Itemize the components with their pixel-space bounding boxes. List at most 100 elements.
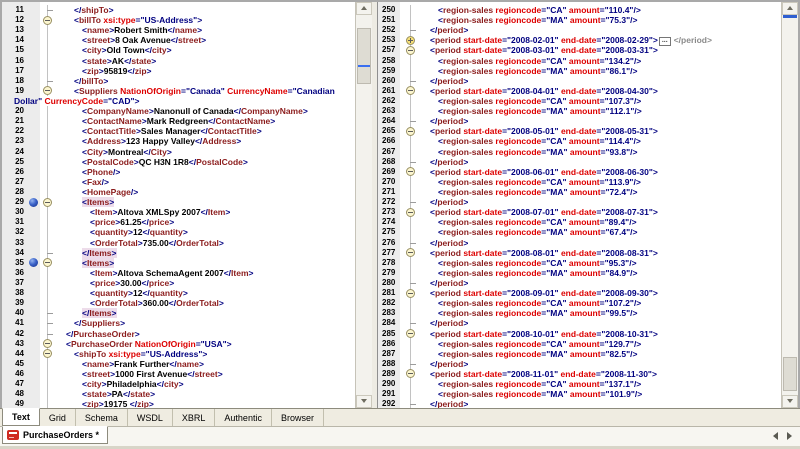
code-line[interactable]: 274<region-sales regioncode="CA" amount=…: [378, 217, 781, 227]
code-line[interactable]: 14<street>8 Oak Avenue</street>: [2, 35, 355, 45]
fold-collapse-icon[interactable]: [406, 289, 415, 298]
code-line[interactable]: 23<Address>123 Happy Valley</Address>: [2, 136, 355, 146]
code-line[interactable]: 44<shipTo xsi:type="US-Address">: [2, 349, 355, 359]
code-line[interactable]: 286<region-sales regioncode="CA" amount=…: [378, 339, 781, 349]
code-line[interactable]: 26<Phone/>: [2, 167, 355, 177]
code-line[interactable]: 11</shipTo>: [2, 5, 355, 15]
code-line[interactable]: 264</period>: [378, 116, 781, 126]
code-line[interactable]: 12<billTo xsi:type="US-Address">: [2, 15, 355, 25]
code-line[interactable]: 42</PurchaseOrder>: [2, 329, 355, 339]
view-tab-text[interactable]: Text: [2, 408, 40, 426]
code-line[interactable]: 40</Items>: [2, 308, 355, 318]
code-line[interactable]: 292</period>: [378, 399, 781, 408]
scroll-down-button[interactable]: [356, 395, 372, 408]
code-line[interactable]: 253<period start-date="2008-02-01" end-d…: [378, 35, 781, 45]
code-line[interactable]: 290<region-sales regioncode="CA" amount=…: [378, 379, 781, 389]
code-line[interactable]: 267<region-sales regioncode="MA" amount=…: [378, 147, 781, 157]
code-line[interactable]: 278<region-sales regioncode="CA" amount=…: [378, 258, 781, 268]
code-line[interactable]: 22<ContactTitle>Sales Manager</ContactTi…: [2, 126, 355, 136]
code-line[interactable]: 276</period>: [378, 238, 781, 248]
code-line[interactable]: 268</period>: [378, 157, 781, 167]
tab-scroll-left-icon[interactable]: [773, 432, 778, 440]
code-line[interactable]: 289<period start-date="2008-11-01" end-d…: [378, 369, 781, 379]
code-line[interactable]: 283<region-sales regioncode="MA" amount=…: [378, 308, 781, 318]
fold-collapse-icon[interactable]: [406, 208, 415, 217]
fold-collapse-icon[interactable]: [406, 46, 415, 55]
code-line[interactable]: 29<Items>: [2, 197, 355, 207]
code-line[interactable]: 33<OrderTotal>735.00</OrderTotal>: [2, 238, 355, 248]
collapsed-content-box[interactable]: ...: [659, 37, 671, 46]
code-line[interactable]: 291<region-sales regioncode="MA" amount=…: [378, 389, 781, 399]
code-line[interactable]: 252</period>: [378, 25, 781, 35]
fold-collapse-icon[interactable]: [406, 167, 415, 176]
fold-collapse-icon[interactable]: [43, 86, 52, 95]
tab-scroll-right-icon[interactable]: [787, 432, 792, 440]
code-line[interactable]: 288</period>: [378, 359, 781, 369]
code-line[interactable]: 34</Items>: [2, 248, 355, 258]
code-line[interactable]: 32<quantity>12</quantity>: [2, 227, 355, 237]
code-area-left[interactable]: 11</shipTo>12<billTo xsi:type="US-Addres…: [2, 2, 355, 408]
code-line[interactable]: 16<state>AK</state>: [2, 56, 355, 66]
view-tab-wsdl[interactable]: WSDL: [128, 409, 173, 426]
code-line[interactable]: 13<name>Robert Smith</name>: [2, 25, 355, 35]
fold-collapse-icon[interactable]: [406, 369, 415, 378]
view-tab-schema[interactable]: Schema: [76, 409, 128, 426]
fold-collapse-icon[interactable]: [43, 16, 52, 25]
fold-collapse-icon[interactable]: [406, 329, 415, 338]
fold-collapse-icon[interactable]: [406, 248, 415, 257]
code-line[interactable]: 279<region-sales regioncode="MA" amount=…: [378, 268, 781, 278]
code-line[interactable]: 260</period>: [378, 76, 781, 86]
code-line[interactable]: 258<region-sales regioncode="CA" amount=…: [378, 56, 781, 66]
scroll-up-button[interactable]: [356, 2, 372, 15]
code-line[interactable]: 15<city>Old Town</city>: [2, 45, 355, 55]
code-line[interactable]: 271<region-sales regioncode="MA" amount=…: [378, 187, 781, 197]
code-line[interactable]: 273<period start-date="2008-07-01" end-d…: [378, 207, 781, 217]
code-line[interactable]: 31<price>61.25</price>: [2, 217, 355, 227]
code-line[interactable]: 275<region-sales regioncode="MA" amount=…: [378, 227, 781, 237]
code-line[interactable]: 17<zip>95819</zip>: [2, 66, 355, 76]
code-line[interactable]: 48<state>PA</state>: [2, 389, 355, 399]
code-line[interactable]: 38<quantity>12</quantity>: [2, 288, 355, 298]
fold-expand-icon[interactable]: [406, 36, 415, 45]
code-line[interactable]: Dollar" CurrencyCode="CAD">: [2, 96, 355, 106]
code-line[interactable]: 45<name>Frank Further</name>: [2, 359, 355, 369]
fold-collapse-icon[interactable]: [406, 86, 415, 95]
code-line[interactable]: 25<PostalCode>QC H3N 1R8</PostalCode>: [2, 157, 355, 167]
code-line[interactable]: 270<region-sales regioncode="CA" amount=…: [378, 177, 781, 187]
vertical-scrollbar-left[interactable]: [355, 2, 372, 408]
code-line[interactable]: 263<region-sales regioncode="MA" amount=…: [378, 106, 781, 116]
code-line[interactable]: 262<region-sales regioncode="CA" amount=…: [378, 96, 781, 106]
code-line[interactable]: 35<Items>: [2, 258, 355, 268]
code-line[interactable]: 257<period start-date="2008-03-01" end-d…: [378, 45, 781, 55]
code-line[interactable]: 30<Item>Altova XMLSpy 2007</Item>: [2, 207, 355, 217]
code-line[interactable]: 280</period>: [378, 278, 781, 288]
code-line[interactable]: 18</billTo>: [2, 76, 355, 86]
code-line[interactable]: 266<region-sales regioncode="CA" amount=…: [378, 136, 781, 146]
fold-collapse-icon[interactable]: [43, 339, 52, 348]
scrollbar-thumb[interactable]: [357, 28, 371, 84]
code-line[interactable]: 285<period start-date="2008-10-01" end-d…: [378, 329, 781, 339]
code-line[interactable]: 282<region-sales regioncode="CA" amount=…: [378, 298, 781, 308]
code-line[interactable]: 259<region-sales regioncode="MA" amount=…: [378, 66, 781, 76]
code-line[interactable]: 47<city>Philadelphia</city>: [2, 379, 355, 389]
code-line[interactable]: 251<region-sales regioncode="MA" amount=…: [378, 15, 781, 25]
scroll-up-button[interactable]: [782, 2, 798, 15]
code-line[interactable]: 41</Suppliers>: [2, 318, 355, 328]
fold-collapse-icon[interactable]: [406, 127, 415, 136]
view-tab-grid[interactable]: Grid: [40, 409, 76, 426]
code-line[interactable]: 36<Item>Altova SchemaAgent 2007</Item>: [2, 268, 355, 278]
view-tab-browser[interactable]: Browser: [272, 409, 324, 426]
scroll-down-button[interactable]: [782, 395, 798, 408]
view-tab-authentic[interactable]: Authentic: [215, 409, 272, 426]
code-line[interactable]: 250<region-sales regioncode="CA" amount=…: [378, 5, 781, 15]
view-tab-xbrl[interactable]: XBRL: [173, 409, 216, 426]
code-line[interactable]: 37<price>30.00</price>: [2, 278, 355, 288]
code-line[interactable]: 269<period start-date="2008-06-01" end-d…: [378, 167, 781, 177]
fold-collapse-icon[interactable]: [43, 198, 52, 207]
code-line[interactable]: 27<Fax/>: [2, 177, 355, 187]
vertical-scrollbar-right[interactable]: [781, 2, 798, 408]
code-line[interactable]: 281<period start-date="2008-09-01" end-d…: [378, 288, 781, 298]
file-tab[interactable]: PurchaseOrders *: [2, 426, 108, 444]
scrollbar-thumb[interactable]: [783, 357, 797, 391]
code-line[interactable]: 277<period start-date="2008-08-01" end-d…: [378, 248, 781, 258]
